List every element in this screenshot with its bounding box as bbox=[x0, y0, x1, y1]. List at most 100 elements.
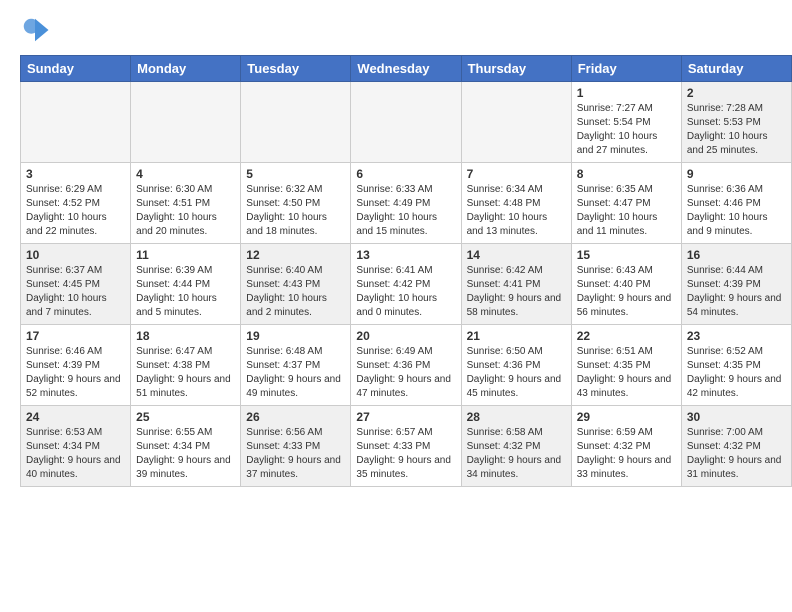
day-number: 18 bbox=[136, 329, 235, 343]
day-info: Sunrise: 6:34 AMSunset: 4:48 PMDaylight:… bbox=[467, 183, 566, 239]
calendar-cell bbox=[21, 82, 131, 163]
calendar-cell: 12 Sunrise: 6:40 AMSunset: 4:43 PMDayligh… bbox=[241, 244, 351, 325]
logo-icon bbox=[20, 15, 50, 45]
calendar-cell: 30 Sunrise: 7:00 AMSunset: 4:32 PMDayligh… bbox=[681, 406, 791, 487]
calendar-cell: 9 Sunrise: 6:36 AMSunset: 4:46 PMDaylight… bbox=[681, 163, 791, 244]
day-number: 10 bbox=[26, 248, 125, 262]
day-number: 16 bbox=[687, 248, 786, 262]
day-info: Sunrise: 6:36 AMSunset: 4:46 PMDaylight:… bbox=[687, 183, 786, 239]
day-info: Sunrise: 6:40 AMSunset: 4:43 PMDaylight:… bbox=[246, 264, 345, 320]
calendar-cell: 22 Sunrise: 6:51 AMSunset: 4:35 PMDayligh… bbox=[571, 325, 681, 406]
calendar-cell: 28Sunrise: 6:58 AMSunset: 4:32 PMDayligh… bbox=[461, 406, 571, 487]
calendar-cell bbox=[131, 82, 241, 163]
day-info: Sunrise: 6:29 AMSunset: 4:52 PMDaylight:… bbox=[26, 183, 125, 239]
calendar-table: SundayMondayTuesdayWednesdayThursdayFrid… bbox=[20, 55, 792, 487]
calendar-cell: 5 Sunrise: 6:32 AMSunset: 4:50 PMDaylight… bbox=[241, 163, 351, 244]
day-number: 26 bbox=[246, 410, 345, 424]
calendar-cell: 7 Sunrise: 6:34 AMSunset: 4:48 PMDaylight… bbox=[461, 163, 571, 244]
day-number: 12 bbox=[246, 248, 345, 262]
day-number: 21 bbox=[467, 329, 566, 343]
calendar-cell: 4 Sunrise: 6:30 AMSunset: 4:51 PMDaylight… bbox=[131, 163, 241, 244]
day-info: Sunrise: 6:51 AMSunset: 4:35 PMDaylight:… bbox=[577, 345, 676, 401]
calendar-cell: 21 Sunrise: 6:50 AMSunset: 4:36 PMDayligh… bbox=[461, 325, 571, 406]
day-info: Sunrise: 6:35 AMSunset: 4:47 PMDaylight:… bbox=[577, 183, 676, 239]
day-number: 17 bbox=[26, 329, 125, 343]
day-info: Sunrise: 6:57 AMSunset: 4:33 PMDaylight:… bbox=[356, 426, 455, 482]
day-number: 9 bbox=[687, 167, 786, 181]
day-number: 30 bbox=[687, 410, 786, 424]
calendar-cell: 6 Sunrise: 6:33 AMSunset: 4:49 PMDaylight… bbox=[351, 163, 461, 244]
day-number: 3 bbox=[26, 167, 125, 181]
day-info: Sunrise: 7:00 AMSunset: 4:32 PMDaylight:… bbox=[687, 426, 786, 482]
calendar-cell: 3 Sunrise: 6:29 AMSunset: 4:52 PMDaylight… bbox=[21, 163, 131, 244]
calendar-cell bbox=[351, 82, 461, 163]
calendar-cell: 15 Sunrise: 6:43 AMSunset: 4:40 PMDayligh… bbox=[571, 244, 681, 325]
calendar-cell: 18 Sunrise: 6:47 AMSunset: 4:38 PMDayligh… bbox=[131, 325, 241, 406]
day-info: Sunrise: 6:55 AMSunset: 4:34 PMDaylight:… bbox=[136, 426, 235, 482]
day-number: 6 bbox=[356, 167, 455, 181]
day-info: Sunrise: 6:47 AMSunset: 4:38 PMDaylight:… bbox=[136, 345, 235, 401]
weekday-header-tuesday: Tuesday bbox=[241, 56, 351, 82]
day-info: Sunrise: 6:53 AMSunset: 4:34 PMDaylight:… bbox=[26, 426, 125, 482]
calendar-cell: 27 Sunrise: 6:57 AMSunset: 4:33 PMDayligh… bbox=[351, 406, 461, 487]
weekday-header-monday: Monday bbox=[131, 56, 241, 82]
calendar-cell: 16 Sunrise: 6:44 AMSunset: 4:39 PMDayligh… bbox=[681, 244, 791, 325]
day-info: Sunrise: 6:52 AMSunset: 4:35 PMDaylight:… bbox=[687, 345, 786, 401]
calendar-cell: 26 Sunrise: 6:56 AMSunset: 4:33 PMDayligh… bbox=[241, 406, 351, 487]
day-number: 25 bbox=[136, 410, 235, 424]
day-number: 11 bbox=[136, 248, 235, 262]
calendar-cell: 1Sunrise: 7:27 AMSunset: 5:54 PMDaylight… bbox=[571, 82, 681, 163]
day-number: 24 bbox=[26, 410, 125, 424]
calendar-cell: 24 Sunrise: 6:53 AMSunset: 4:34 PMDayligh… bbox=[21, 406, 131, 487]
day-number: 13 bbox=[356, 248, 455, 262]
day-number: 23 bbox=[687, 329, 786, 343]
day-info: Sunrise: 6:41 AMSunset: 4:42 PMDaylight:… bbox=[356, 264, 455, 320]
weekday-header-saturday: Saturday bbox=[681, 56, 791, 82]
day-number: 27 bbox=[356, 410, 455, 424]
calendar-cell bbox=[241, 82, 351, 163]
day-info: Sunrise: 6:49 AMSunset: 4:36 PMDaylight:… bbox=[356, 345, 455, 401]
day-number: 4 bbox=[136, 167, 235, 181]
day-number: 14 bbox=[467, 248, 566, 262]
day-info: Sunrise: 7:28 AMSunset: 5:53 PMDaylight:… bbox=[687, 102, 786, 158]
calendar-cell: 8 Sunrise: 6:35 AMSunset: 4:47 PMDaylight… bbox=[571, 163, 681, 244]
calendar-cell bbox=[461, 82, 571, 163]
day-number: 7 bbox=[467, 167, 566, 181]
day-number: 22 bbox=[577, 329, 676, 343]
day-info: Sunrise: 6:56 AMSunset: 4:33 PMDaylight:… bbox=[246, 426, 345, 482]
day-number: 8 bbox=[577, 167, 676, 181]
logo bbox=[20, 15, 55, 45]
day-number: 15 bbox=[577, 248, 676, 262]
day-number: 2 bbox=[687, 86, 786, 100]
day-info: Sunrise: 6:33 AMSunset: 4:49 PMDaylight:… bbox=[356, 183, 455, 239]
day-number: 20 bbox=[356, 329, 455, 343]
day-info: Sunrise: 6:58 AMSunset: 4:32 PMDaylight:… bbox=[467, 426, 566, 482]
day-info: Sunrise: 6:48 AMSunset: 4:37 PMDaylight:… bbox=[246, 345, 345, 401]
day-info: Sunrise: 6:37 AMSunset: 4:45 PMDaylight:… bbox=[26, 264, 125, 320]
day-info: Sunrise: 7:27 AMSunset: 5:54 PMDaylight:… bbox=[577, 102, 676, 158]
day-info: Sunrise: 6:43 AMSunset: 4:40 PMDaylight:… bbox=[577, 264, 676, 320]
weekday-header-sunday: Sunday bbox=[21, 56, 131, 82]
calendar-cell: 20 Sunrise: 6:49 AMSunset: 4:36 PMDayligh… bbox=[351, 325, 461, 406]
calendar-cell: 10 Sunrise: 6:37 AMSunset: 4:45 PMDayligh… bbox=[21, 244, 131, 325]
calendar-cell: 25 Sunrise: 6:55 AMSunset: 4:34 PMDayligh… bbox=[131, 406, 241, 487]
weekday-header-friday: Friday bbox=[571, 56, 681, 82]
day-info: Sunrise: 6:42 AMSunset: 4:41 PMDaylight:… bbox=[467, 264, 566, 320]
day-info: Sunrise: 6:39 AMSunset: 4:44 PMDaylight:… bbox=[136, 264, 235, 320]
weekday-header-thursday: Thursday bbox=[461, 56, 571, 82]
day-number: 5 bbox=[246, 167, 345, 181]
calendar-cell: 2 Sunrise: 7:28 AMSunset: 5:53 PMDaylight… bbox=[681, 82, 791, 163]
day-info: Sunrise: 6:59 AMSunset: 4:32 PMDaylight:… bbox=[577, 426, 676, 482]
day-number: 29 bbox=[577, 410, 676, 424]
day-number: 19 bbox=[246, 329, 345, 343]
day-info: Sunrise: 6:50 AMSunset: 4:36 PMDaylight:… bbox=[467, 345, 566, 401]
day-info: Sunrise: 6:30 AMSunset: 4:51 PMDaylight:… bbox=[136, 183, 235, 239]
calendar-cell: 14 Sunrise: 6:42 AMSunset: 4:41 PMDayligh… bbox=[461, 244, 571, 325]
calendar-cell: 13 Sunrise: 6:41 AMSunset: 4:42 PMDayligh… bbox=[351, 244, 461, 325]
day-info: Sunrise: 6:44 AMSunset: 4:39 PMDaylight:… bbox=[687, 264, 786, 320]
calendar-cell: 23 Sunrise: 6:52 AMSunset: 4:35 PMDayligh… bbox=[681, 325, 791, 406]
day-info: Sunrise: 6:32 AMSunset: 4:50 PMDaylight:… bbox=[246, 183, 345, 239]
calendar-cell: 11 Sunrise: 6:39 AMSunset: 4:44 PMDayligh… bbox=[131, 244, 241, 325]
weekday-header-wednesday: Wednesday bbox=[351, 56, 461, 82]
day-info: Sunrise: 6:46 AMSunset: 4:39 PMDaylight:… bbox=[26, 345, 125, 401]
